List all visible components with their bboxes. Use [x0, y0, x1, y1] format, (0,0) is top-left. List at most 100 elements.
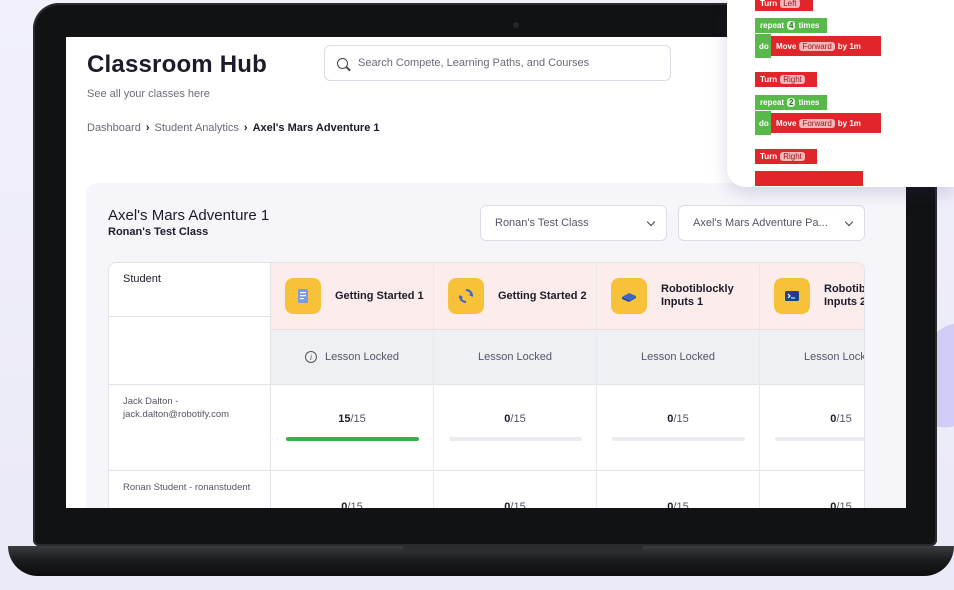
move-block[interactable]: Move Forward by 1m [771, 113, 881, 133]
lesson-status-text: Lesson Locked [325, 351, 399, 363]
lesson-header[interactable]: Robotiblockly Inputs 2 [760, 263, 865, 330]
progress-bar-fill [286, 437, 419, 441]
score-max: /15 [836, 413, 852, 425]
info-icon[interactable]: i [305, 351, 317, 363]
direction-dropdown[interactable]: Left [780, 0, 800, 8]
score-cell: 0/15 [760, 385, 864, 471]
lesson-header[interactable]: Getting Started 2 [434, 263, 596, 330]
turn-right-block[interactable]: Turn Right [755, 149, 817, 164]
lesson-status: i Lesson Locked [271, 330, 433, 385]
lesson-name: Robotiblockly Inputs 1 [661, 283, 734, 308]
breadcrumb: Dashboard › Student Analytics › Axel's M… [87, 122, 380, 134]
lesson-class-name: Ronan's Test Class [108, 226, 209, 238]
breadcrumb-dashboard[interactable]: Dashboard [87, 122, 141, 134]
repeat-count[interactable]: 4 [787, 21, 796, 30]
keyboard-icon [611, 278, 647, 314]
score-cell: 0/15 [434, 385, 596, 471]
block-label: Move [776, 41, 797, 51]
lesson-name: Getting Started 1 [335, 289, 424, 302]
class-select[interactable]: Ronan's Test Class [480, 205, 667, 241]
score-text: 15/15 [271, 413, 433, 425]
breadcrumb-separator: › [243, 122, 248, 134]
score-max: /15 [673, 501, 689, 508]
score-text: 0/15 [760, 413, 864, 425]
lesson-column: Getting Started 1 i Lesson Locked 15/15 … [271, 263, 434, 508]
block-label: do [759, 118, 769, 128]
direction-dropdown[interactable]: Forward [799, 118, 835, 128]
direction-dropdown[interactable]: Forward [799, 41, 835, 51]
laptop-base [8, 546, 954, 576]
block-label: repeat [760, 98, 785, 107]
score-max: /15 [510, 413, 526, 425]
camera-dot [513, 22, 519, 28]
score-text: 0/15 [597, 501, 759, 508]
score-max: /15 [347, 501, 363, 508]
score-value: 15 [338, 413, 351, 425]
progress-bar [449, 437, 582, 441]
lesson-column: Robotiblockly Inputs 2 Lesson Locked 0/1… [760, 263, 865, 508]
move-block[interactable]: Move Forward by 1m [771, 36, 881, 56]
lesson-column: Robotiblockly Inputs 1 Lesson Locked 0/1… [597, 263, 760, 508]
lesson-status-text: Lesson Locked [804, 351, 864, 363]
terminal-icon [774, 278, 810, 314]
student-header-spacer [109, 317, 270, 385]
score-cell: 0/15 [434, 471, 596, 508]
block-label: do [759, 41, 769, 51]
page-subtitle: See all your classes here [87, 88, 210, 100]
lesson-header[interactable]: Getting Started 1 [271, 263, 433, 330]
score-text: 0/15 [434, 413, 596, 425]
direction-dropdown[interactable]: Right [780, 152, 805, 161]
score-max: /15 [673, 413, 689, 425]
direction-dropdown[interactable]: Right [780, 75, 805, 84]
score-text: 0/15 [271, 501, 433, 508]
learning-path-select[interactable]: Axel's Mars Adventure Pa... [678, 205, 865, 241]
block-label: Turn [760, 152, 778, 161]
student-name: Ronan Student - ronanstudent [109, 471, 270, 508]
block-label: by 1m [837, 118, 861, 128]
page-title: Classroom Hub [87, 51, 267, 78]
chevron-down-icon [844, 217, 854, 226]
turn-right-block[interactable]: Turn Right [755, 72, 817, 87]
student-column: Student Jack Dalton - jack.dalton@roboti… [109, 263, 271, 508]
score-text: 0/15 [434, 501, 596, 508]
lesson-header[interactable]: Robotiblockly Inputs 1 [597, 263, 759, 330]
score-max: /15 [510, 501, 526, 508]
block-label: by 1m [837, 41, 861, 51]
score-max: /15 [350, 413, 366, 425]
breadcrumb-current: Axel's Mars Adventure 1 [252, 122, 380, 134]
score-cell: 0/15 [271, 471, 433, 508]
lesson-status-text: Lesson Locked [641, 351, 715, 363]
analytics-panel: Axel's Mars Adventure 1 Ronan's Test Cla… [86, 183, 906, 508]
lesson-column: Getting Started 2 Lesson Locked 0/15 0/1… [434, 263, 597, 508]
lesson-title: Axel's Mars Adventure 1 [108, 207, 270, 224]
lesson-name: Robotiblockly Inputs 2 [824, 283, 865, 308]
block-label: Move [776, 118, 797, 128]
turn-left-block[interactable]: Turn Left [755, 0, 813, 11]
block-label: times [798, 21, 820, 30]
score-cell: 0/15 [597, 385, 759, 471]
student-name: Jack Dalton - jack.dalton@robotify.com [109, 385, 270, 471]
score-cell: 15/15 [271, 385, 433, 471]
block-label: Turn [760, 75, 778, 84]
move-block-partial[interactable] [755, 171, 863, 186]
repeat-block[interactable]: repeat 2 times [755, 95, 827, 110]
do-label: do [755, 34, 771, 58]
lesson-status-text: Lesson Locked [478, 351, 552, 363]
lesson-name: Getting Started 2 [498, 289, 587, 302]
score-cell: 0/15 [597, 471, 759, 508]
lesson-status: Lesson Locked [434, 330, 596, 385]
block-label: Turn [760, 0, 778, 8]
block-label: times [798, 98, 820, 107]
document-icon [285, 278, 321, 314]
repeat-count[interactable]: 2 [787, 98, 796, 107]
repeat-block[interactable]: repeat 4 times [755, 18, 827, 33]
score-text: 0/15 [597, 413, 759, 425]
breadcrumb-separator: › [145, 122, 150, 134]
student-progress-table: Student Jack Dalton - jack.dalton@roboti… [108, 262, 865, 508]
score-max: /15 [836, 501, 852, 508]
search-placeholder: Search Compete, Learning Paths, and Cour… [358, 57, 590, 69]
breadcrumb-student-analytics[interactable]: Student Analytics [155, 122, 239, 134]
search-input[interactable]: Search Compete, Learning Paths, and Cour… [324, 45, 671, 81]
do-label: do [755, 111, 771, 135]
base-notch [403, 546, 643, 554]
